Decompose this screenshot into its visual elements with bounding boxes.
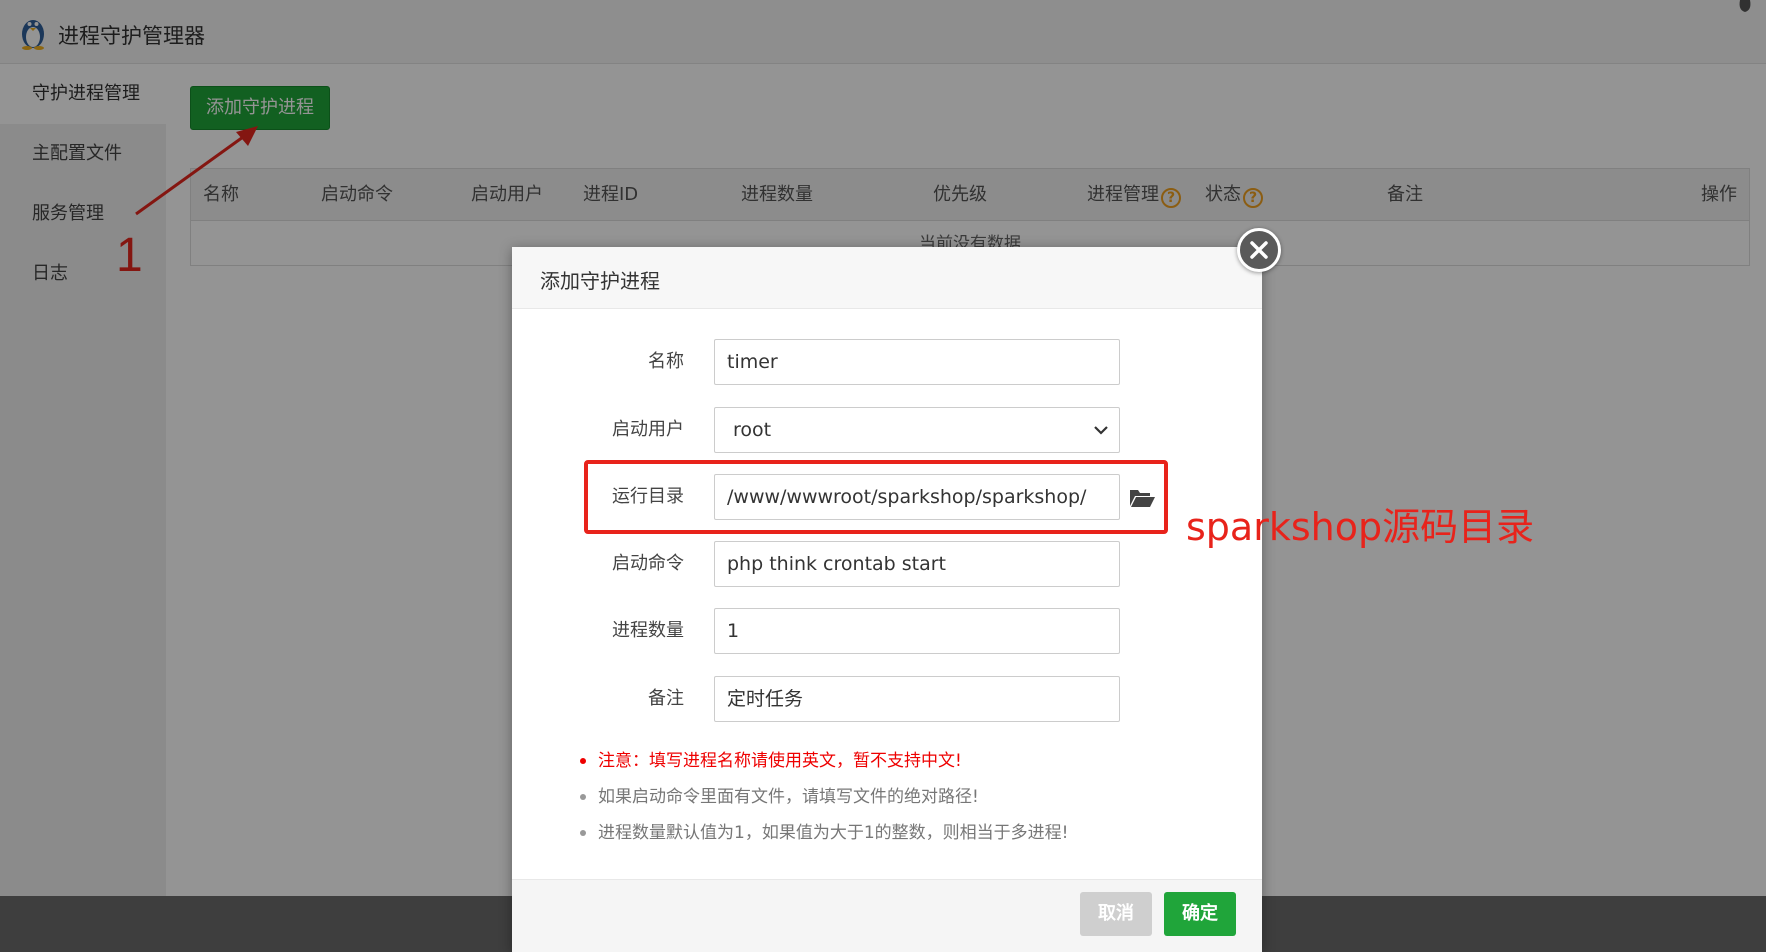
- add-daemon-dialog: 添加守护进程 名称 timer 启动用户 root 运行目录 /www/wwwr…: [512, 247, 1262, 952]
- hint-item: 进程数量默认值为1，如果值为大于1的整数，则相当于多进程!: [574, 815, 1254, 851]
- dialog-header: 添加守护进程: [512, 247, 1262, 309]
- dialog-close-button[interactable]: [1237, 228, 1281, 272]
- count-label: 进程数量: [612, 620, 684, 641]
- hint-item: 如果启动命令里面有文件，请填写文件的绝对路径!: [574, 779, 1254, 815]
- dialog-title: 添加守护进程: [540, 269, 660, 293]
- command-row: 启动命令 php think crontab start: [512, 541, 1262, 587]
- command-label: 启动命令: [612, 553, 684, 574]
- name-input[interactable]: timer: [714, 339, 1120, 385]
- name-label: 名称: [648, 351, 684, 372]
- remark-row: 备注 定时任务: [512, 676, 1262, 722]
- command-input[interactable]: php think crontab start: [714, 541, 1120, 587]
- remark-label: 备注: [648, 688, 684, 709]
- dialog-footer: 取消 确定: [512, 879, 1262, 952]
- user-select[interactable]: root: [714, 407, 1120, 453]
- count-input[interactable]: 1: [714, 608, 1120, 654]
- chevron-down-icon: [1094, 426, 1108, 435]
- name-row: 名称 timer: [512, 339, 1262, 385]
- count-row: 进程数量 1: [512, 608, 1262, 654]
- user-select-value: root: [733, 419, 772, 441]
- hint-list: 注意：填写进程名称请使用英文，暂不支持中文! 如果启动命令里面有文件，请填写文件…: [574, 743, 1254, 851]
- cancel-button[interactable]: 取消: [1080, 892, 1152, 936]
- annotation-note: sparkshop源码目录: [1186, 505, 1535, 549]
- remark-input[interactable]: 定时任务: [714, 676, 1120, 722]
- confirm-button[interactable]: 确定: [1164, 892, 1236, 936]
- user-label: 启动用户: [612, 419, 684, 440]
- annotation-highlight-box: [584, 460, 1168, 534]
- hint-item: 注意：填写进程名称请使用英文，暂不支持中文!: [574, 743, 1254, 779]
- close-icon: [1250, 241, 1268, 259]
- user-row: 启动用户 root: [512, 407, 1262, 453]
